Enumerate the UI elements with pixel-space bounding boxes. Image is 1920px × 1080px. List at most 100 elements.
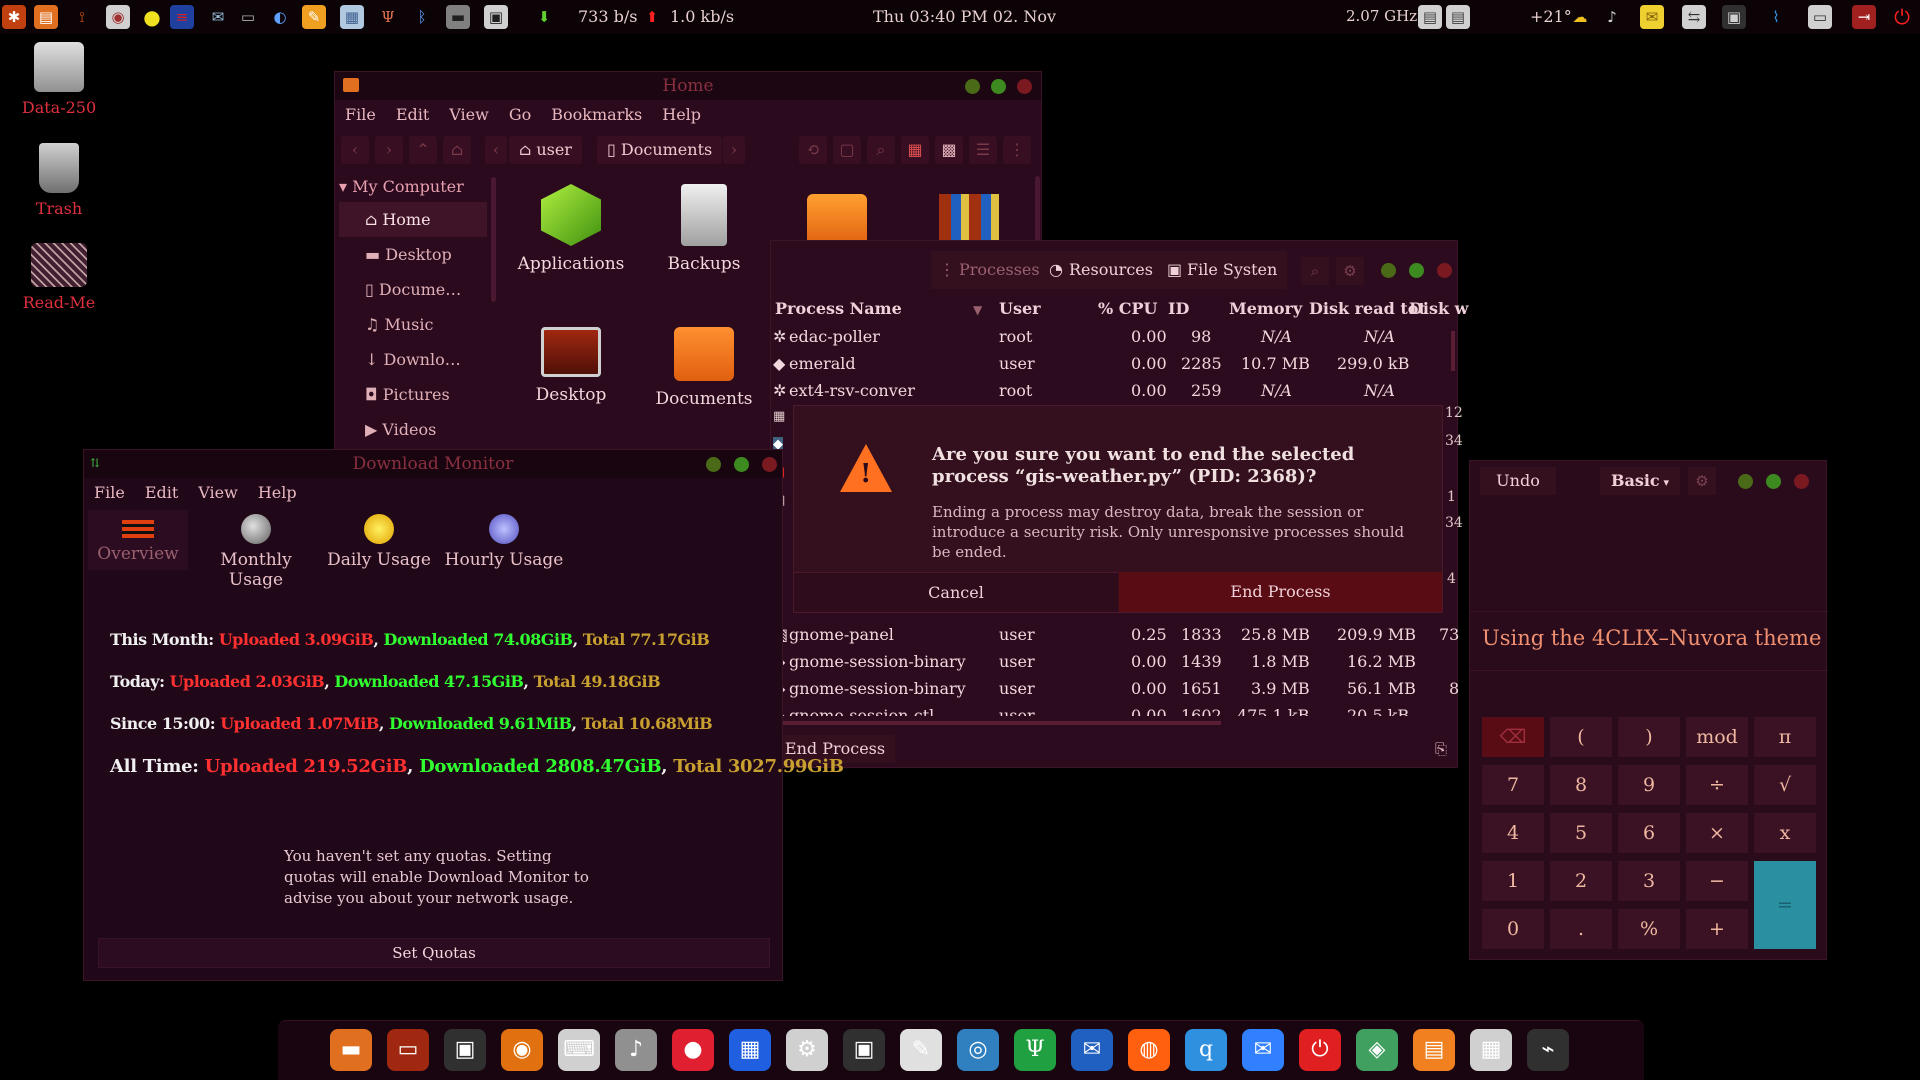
tab-processes[interactable]: ⋮ Processes [931,251,1050,289]
content-scrollbar[interactable] [1035,176,1040,246]
key-1-3[interactable]: ÷ [1686,765,1748,805]
desktop-icon-readme[interactable]: Read-Me [9,243,109,312]
close-button[interactable] [1017,79,1032,94]
weather-sun-icon[interactable]: ● [140,5,164,29]
dock-terminal-red-icon[interactable]: ▣ [444,1029,486,1071]
confirm-end-process-button[interactable]: End Process [1119,572,1442,612]
close-button[interactable] [762,457,777,472]
titlebar[interactable]: ⇅ Download Monitor [84,450,782,478]
file-item-applications[interactable]: Applications [506,184,636,274]
home-button[interactable]: ⌂ [443,136,471,164]
dock-power-icon[interactable]: ⏻ [1299,1029,1341,1071]
tab-daily-usage[interactable]: Daily Usage [324,510,434,570]
minimize-button[interactable] [1381,263,1396,278]
key-0-4[interactable]: π [1754,717,1816,757]
key-4-2[interactable]: % [1618,909,1680,949]
tab-monthly-usage[interactable]: Monthly Usage [196,510,316,590]
key-1-2[interactable]: 9 [1618,765,1680,805]
close-button[interactable] [1437,263,1452,278]
volume-icon[interactable]: ♪ [1600,5,1624,29]
table-row[interactable]: ◆ gnome-session-binary user 0.00 1439 1.… [771,648,1459,675]
desktop-icon-trash[interactable]: Trash [9,143,109,218]
titlebar[interactable]: Home [335,72,1041,100]
file-item-backups[interactable]: Backups [639,184,769,274]
screenshot-icon[interactable]: ⇆ [1682,5,1706,29]
terminal-tray-icon[interactable]: ▣ [1722,5,1746,29]
gear-icon[interactable]: ⚙ [1336,257,1364,285]
tab-hourly-usage[interactable]: Hourly Usage [444,510,564,570]
files-launcher-icon[interactable]: ▤ [34,5,58,29]
key-1-4[interactable]: √ [1754,765,1816,805]
sidebar-item-documents[interactable]: ▯ Docume… [339,272,487,307]
crumb-right-button[interactable]: › [723,136,745,164]
backspace-button[interactable]: ⌫ [1482,717,1544,757]
redshift-icon[interactable]: ◉ [106,5,130,29]
dock-firefox-icon[interactable]: ◍ [1128,1029,1170,1071]
view-icons-button[interactable]: ▦ [901,136,929,164]
horizontal-scrollbar[interactable] [771,721,1221,725]
col-user[interactable]: User [999,299,1041,318]
key-4-3[interactable]: + [1686,909,1748,949]
col-disk-write[interactable]: Disk w [1409,299,1468,318]
power-tray-icon[interactable]: ⏻ [1890,5,1914,29]
dock-strawberry-icon[interactable]: ● [672,1029,714,1071]
dock-system-monitor-icon[interactable]: ⌁ [1527,1029,1569,1071]
mode-selector[interactable]: Basic ▾ [1600,467,1680,495]
sidebar-heading[interactable]: ▾ My Computer [339,172,487,202]
drive-tray-icon[interactable]: ▭ [236,5,260,29]
menu-bookmarks[interactable]: Bookmarks [551,105,642,124]
table-row[interactable]: ◆ gnome-session-binary user 0.00 1651 3.… [771,675,1459,702]
sidebar-item-videos[interactable]: ▶ Videos [339,412,487,447]
clock[interactable]: Thu 03:40 PM 02. Nov [873,7,1056,26]
view-grid-button[interactable]: ▩ [935,136,963,164]
paint-icon[interactable]: ✎ [302,5,326,29]
key-4-1[interactable]: . [1550,909,1612,949]
dock-qbittorrent-icon[interactable]: q [1185,1029,1227,1071]
key-1-1[interactable]: 8 [1550,765,1612,805]
menu-file[interactable]: File [345,105,376,124]
dock-network-icon[interactable]: ◈ [1356,1029,1398,1071]
dock-keyboard-icon[interactable]: ⌨ [558,1029,600,1071]
drive-icon[interactable]: ▭ [1808,5,1832,29]
sync-icon[interactable]: ◐ [268,5,292,29]
maximize-button[interactable] [991,79,1006,94]
dock-files-icon[interactable]: ▬ [330,1029,372,1071]
menu-help[interactable]: Help [662,105,701,124]
forward-button[interactable]: › [375,136,403,164]
sidebar-scrollbar[interactable] [491,177,496,302]
key-2-3[interactable]: × [1686,813,1748,853]
breadcrumb-user[interactable]: ⌂ user [509,136,582,164]
wifi-icon[interactable]: ⟟ [70,5,94,29]
key-2-1[interactable]: 5 [1550,813,1612,853]
tab-resources[interactable]: ◔ Resources [1041,251,1163,289]
col-memory[interactable]: Memory [1229,299,1302,318]
menu-help[interactable]: Help [258,483,297,502]
dock-terminal-icon[interactable]: ▣ [843,1029,885,1071]
app-menu-icon[interactable]: ✱ [2,5,26,29]
dock-thunderbird-icon[interactable]: ✉ [1071,1029,1113,1071]
key-3-0[interactable]: 1 [1482,861,1544,901]
dock-windows-icon[interactable]: ▦ [729,1029,771,1071]
temperature[interactable]: +21° [1530,7,1572,26]
dock-calculator-icon[interactable]: ▦ [1470,1029,1512,1071]
weather-cloud-icon[interactable]: ☁ [1568,5,1592,29]
minimize-button[interactable] [1738,474,1753,489]
sidebar-item-downloads[interactable]: ↓ Downlo… [339,342,487,377]
close-button[interactable] [1794,474,1809,489]
view-list-button[interactable]: ☰ [969,136,997,164]
key-3-1[interactable]: 2 [1550,861,1612,901]
maximize-button[interactable] [734,457,749,472]
keyboard-tray-icon[interactable]: ▬ [446,5,470,29]
table-row[interactable]: ◆ emerald user 0.00 2285 10.7 MB 299.0 k… [771,350,1459,377]
col-process-name[interactable]: Process Name [775,299,902,318]
usb-tray-icon[interactable]: Ψ [376,5,400,29]
new-folder-button[interactable]: ▢ [833,136,861,164]
cpu-graph-icon[interactable]: ⌇ [1764,5,1788,29]
crumb-left-button[interactable]: ‹ [485,136,507,164]
cancel-button[interactable]: Cancel [794,572,1118,612]
key-0-3[interactable]: mod [1686,717,1748,757]
notes-icon[interactable]: ✉ [1640,5,1664,29]
bluetooth-icon[interactable]: ᛒ [410,5,434,29]
undo-button[interactable]: Undo [1480,467,1556,495]
dock-desktop-icon[interactable]: ▭ [387,1029,429,1071]
